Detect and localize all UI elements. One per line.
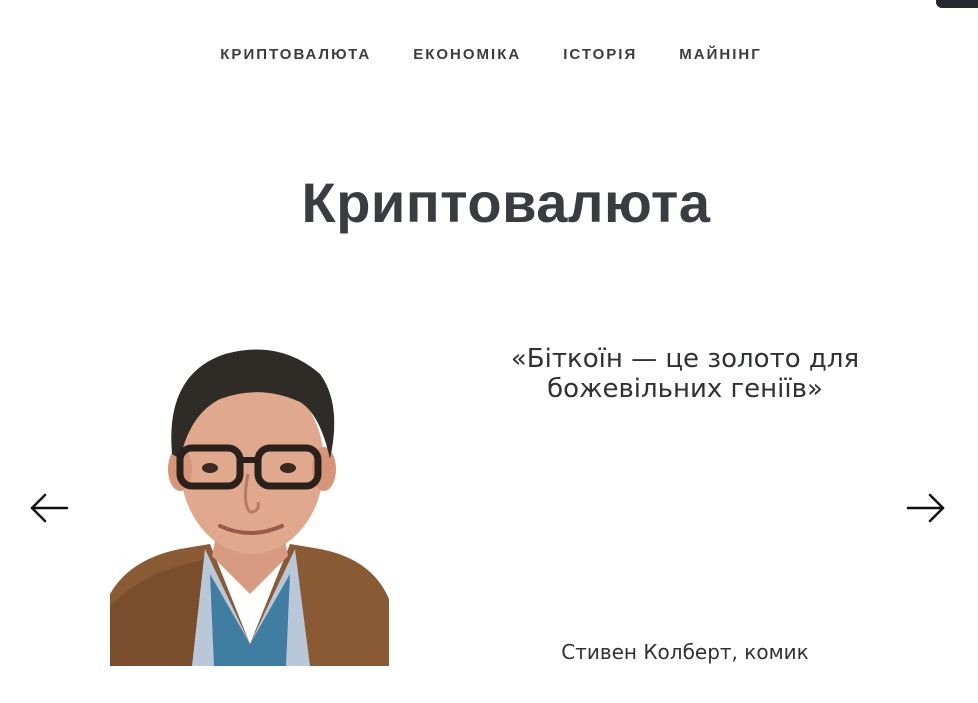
nav-link-economics[interactable]: ЕКОНОМІКА bbox=[413, 46, 521, 63]
quote-carousel: «Біткоїн — це золото для божевільних ген… bbox=[0, 344, 978, 666]
main-nav: КРИПТОВАЛЮТА ЕКОНОМІКА ІСТОРІЯ МАЙНІНГ bbox=[0, 46, 978, 63]
nav-link-cryptocurrency[interactable]: КРИПТОВАЛЮТА bbox=[220, 46, 371, 63]
quote-author: Стивен Колберт, комик bbox=[561, 640, 809, 664]
quote-text: «Біткоїн — це золото для божевільних ген… bbox=[510, 344, 860, 404]
page-title: Криптовалюта bbox=[301, 171, 711, 234]
nav-link-mining[interactable]: МАЙНІНГ bbox=[679, 46, 761, 63]
arrow-right-icon bbox=[906, 493, 945, 523]
page: КРИПТОВАЛЮТА ЕКОНОМІКА ІСТОРІЯ МАЙНІНГ К… bbox=[0, 0, 978, 703]
arrow-left-icon bbox=[30, 493, 69, 523]
author-photo bbox=[110, 344, 389, 666]
carousel-next-button[interactable] bbox=[906, 488, 946, 528]
carousel-prev-button[interactable] bbox=[29, 488, 69, 528]
nav-link-history[interactable]: ІСТОРІЯ bbox=[563, 46, 637, 63]
corner-tab[interactable] bbox=[936, 0, 978, 8]
